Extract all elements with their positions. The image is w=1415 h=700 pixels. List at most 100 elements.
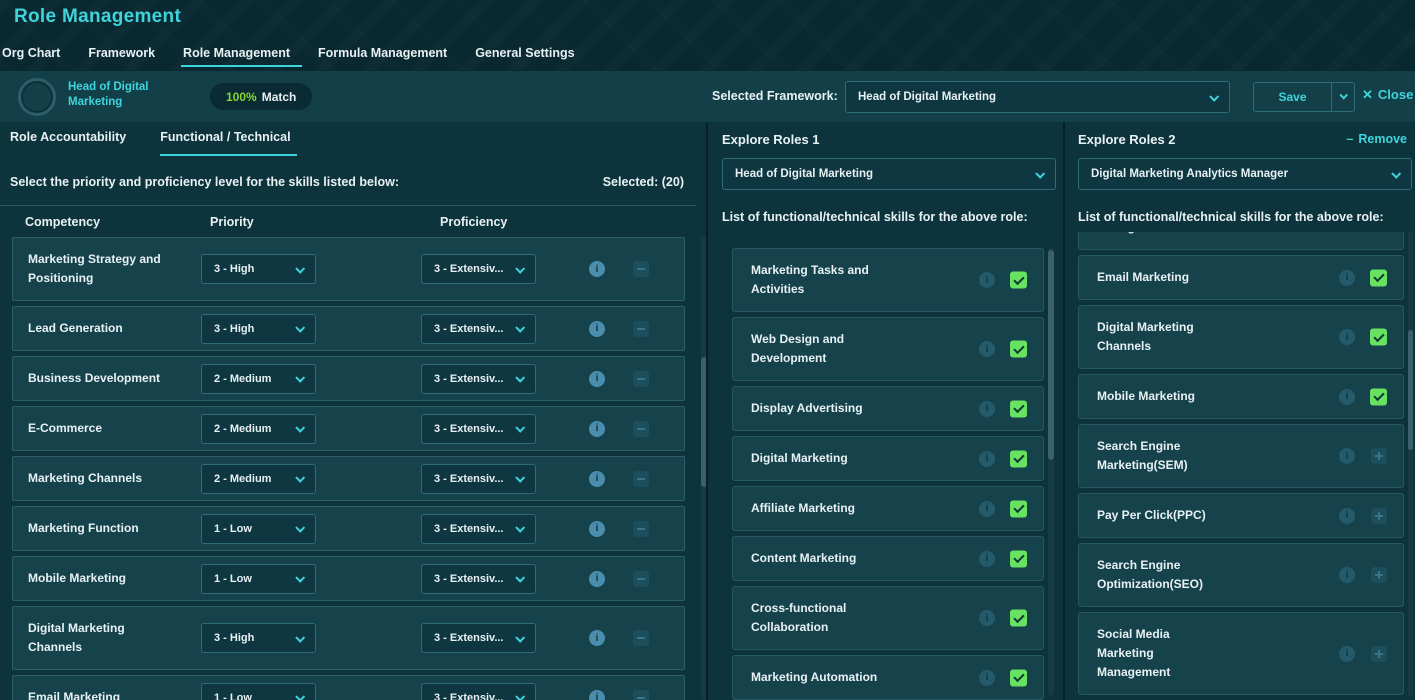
priority-select[interactable]: 2 - Medium [201, 464, 316, 494]
explore-roles-2-panel: Explore Roles 2 – Remove Digital Marketi… [1063, 122, 1415, 700]
priority-select[interactable]: 2 - Medium [201, 364, 316, 394]
checked-checkbox-icon[interactable] [1010, 550, 1027, 567]
main-content: Role Accountability Functional / Technic… [0, 122, 1415, 700]
skill-row: Mobile Marketing 1 - Low 3 - Extensiv...… [12, 556, 685, 601]
info-icon[interactable]: i [589, 371, 605, 387]
framework-select[interactable]: Head of Digital Marketing [845, 81, 1230, 113]
checked-checkbox-icon[interactable] [1010, 500, 1027, 517]
explore-2-scrollbar[interactable] [1408, 232, 1413, 696]
info-icon[interactable]: i [979, 670, 995, 686]
proficiency-select[interactable]: 3 - Extensiv... [421, 683, 536, 700]
checked-checkbox-icon[interactable] [1010, 669, 1027, 686]
remove-skill-icon[interactable] [633, 261, 649, 277]
info-icon[interactable]: i [589, 321, 605, 337]
proficiency-select[interactable]: 3 - Extensiv... [421, 464, 536, 494]
remove-skill-icon[interactable] [633, 690, 649, 700]
nav-tab[interactable]: Org Chart [2, 38, 74, 70]
nav-tab[interactable]: Framework [74, 38, 169, 70]
priority-select-value: 1 - Low [214, 523, 252, 535]
info-icon[interactable]: i [589, 471, 605, 487]
checked-checkbox-icon[interactable] [1370, 329, 1387, 346]
nav-tab[interactable]: General Settings [461, 38, 588, 70]
checked-checkbox-icon[interactable] [1010, 400, 1027, 417]
info-icon[interactable]: i [1339, 329, 1355, 345]
info-icon[interactable]: i [979, 551, 995, 567]
checked-checkbox-icon[interactable] [1010, 450, 1027, 467]
proficiency-select[interactable]: 3 - Extensiv... [421, 564, 536, 594]
nav-tab[interactable]: Formula Management [304, 38, 461, 70]
explore-skill-item: Marketing Tasks and Activities i [732, 248, 1044, 312]
info-icon[interactable]: i [589, 690, 605, 700]
checked-checkbox-icon[interactable] [1370, 388, 1387, 405]
panel-tab[interactable]: Functional / Technical [160, 130, 290, 156]
proficiency-select[interactable]: 3 - Extensiv... [421, 414, 536, 444]
info-icon[interactable]: i [979, 401, 995, 417]
explore-2-role-select[interactable]: Digital Marketing Analytics Manager [1078, 158, 1412, 190]
info-icon[interactable]: i [979, 610, 995, 626]
priority-select[interactable]: 3 - High [201, 623, 316, 653]
explore-1-role-select[interactable]: Head of Digital Marketing [722, 158, 1056, 190]
info-icon[interactable]: i [979, 341, 995, 357]
checked-checkbox-icon[interactable] [1010, 610, 1027, 627]
info-icon[interactable]: i [1339, 270, 1355, 286]
checked-checkbox-icon[interactable] [1010, 272, 1027, 289]
chevron-down-icon [1391, 168, 1401, 178]
info-icon[interactable]: i [589, 421, 605, 437]
remove-label: Remove [1358, 132, 1407, 146]
checked-checkbox-icon[interactable] [1370, 269, 1387, 286]
add-skill-icon[interactable] [1371, 448, 1387, 464]
remove-skill-icon[interactable] [633, 521, 649, 537]
add-skill-icon[interactable] [1371, 508, 1387, 524]
minus-icon: – [1346, 132, 1353, 146]
save-button[interactable]: Save [1253, 82, 1331, 112]
remove-skill-icon[interactable] [633, 371, 649, 387]
skill-row: Marketing Function 1 - Low 3 - Extensiv.… [12, 506, 685, 551]
info-icon[interactable]: i [1339, 508, 1355, 524]
proficiency-select[interactable]: 3 - Extensiv... [421, 514, 536, 544]
priority-select[interactable]: 1 - Low [201, 564, 316, 594]
info-icon[interactable]: i [589, 571, 605, 587]
info-icon[interactable]: i [979, 501, 995, 517]
add-skill-icon[interactable] [1371, 567, 1387, 583]
priority-select[interactable]: 1 - Low [201, 514, 316, 544]
divider [0, 205, 696, 206]
skill-name: Marketing Tasks and Activities [751, 261, 901, 299]
chevron-down-icon [295, 632, 305, 642]
panel-tab[interactable]: Role Accountability [10, 130, 126, 156]
info-icon[interactable]: i [1339, 389, 1355, 405]
remove-skill-icon[interactable] [633, 571, 649, 587]
nav-tab[interactable]: Role Management [169, 38, 304, 70]
info-icon[interactable]: i [589, 521, 605, 537]
remove-skill-icon[interactable] [633, 471, 649, 487]
priority-select[interactable]: 3 - High [201, 254, 316, 284]
remove-skill-icon[interactable] [633, 421, 649, 437]
remove-skill-icon[interactable] [633, 321, 649, 337]
priority-select[interactable]: 3 - High [201, 314, 316, 344]
priority-select[interactable]: 1 - Low [201, 683, 316, 700]
explore-1-scrollbar[interactable] [1048, 248, 1054, 696]
save-options-button[interactable] [1331, 82, 1355, 112]
explore-skill-item: Search Engine Marketing(SEM) i [1078, 424, 1404, 488]
info-icon[interactable]: i [1339, 567, 1355, 583]
proficiency-select[interactable]: 3 - Extensiv... [421, 314, 536, 344]
info-icon[interactable]: i [589, 261, 605, 277]
info-icon[interactable]: i [979, 272, 995, 288]
proficiency-select[interactable]: 3 - Extensiv... [421, 254, 536, 284]
nav-tab-label: Org Chart [2, 46, 60, 60]
info-icon[interactable]: i [1339, 448, 1355, 464]
proficiency-select[interactable]: 3 - Extensiv... [421, 364, 536, 394]
priority-select-value: 1 - Low [214, 573, 252, 585]
skill-name: Pay Per Click(PPC) [1097, 506, 1206, 525]
priority-select[interactable]: 2 - Medium [201, 414, 316, 444]
remove-skill-icon[interactable] [633, 630, 649, 646]
info-icon[interactable]: i [979, 451, 995, 467]
info-icon[interactable]: i [1339, 646, 1355, 662]
info-icon[interactable]: i [589, 630, 605, 646]
scrollbar-thumb[interactable] [1048, 250, 1054, 460]
checked-checkbox-icon[interactable] [1010, 341, 1027, 358]
scrollbar-thumb[interactable] [1408, 330, 1413, 450]
proficiency-select[interactable]: 3 - Extensiv... [421, 623, 536, 653]
add-skill-icon[interactable] [1371, 646, 1387, 662]
remove-panel-button[interactable]: – Remove [1346, 132, 1407, 146]
close-button[interactable]: ✕ Close [1362, 87, 1413, 102]
